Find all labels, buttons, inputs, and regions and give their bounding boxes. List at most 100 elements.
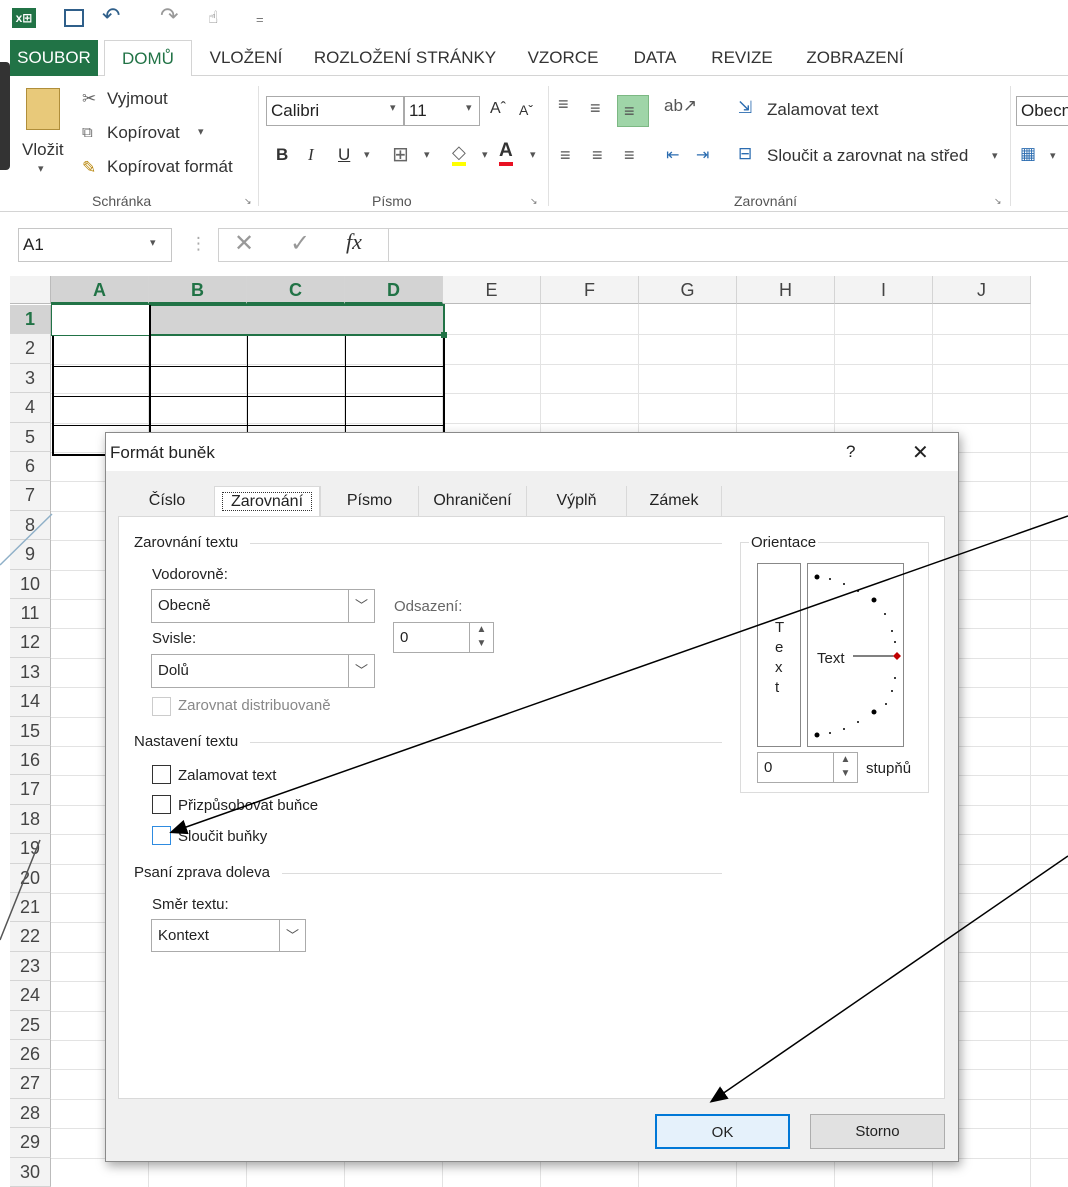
fill-color-icon[interactable]: ◇ bbox=[452, 142, 466, 166]
font-name-dropdown-icon[interactable]: ▾ bbox=[390, 101, 396, 114]
align-left-icon[interactable]: ≡ bbox=[560, 145, 571, 166]
tab-review[interactable]: REVIZE bbox=[704, 40, 780, 76]
close-icon[interactable]: ✕ bbox=[912, 440, 929, 465]
underline-button[interactable]: U bbox=[338, 145, 350, 165]
number-format-combo[interactable]: Obecn bbox=[1016, 96, 1068, 126]
row-header[interactable]: 4 bbox=[10, 393, 51, 423]
tab-file[interactable]: SOUBOR bbox=[10, 40, 98, 76]
column-header[interactable]: G bbox=[639, 276, 737, 304]
text-direction-select[interactable]: Kontext ﹀ bbox=[151, 919, 306, 952]
customize-qat-icon[interactable]: = bbox=[256, 12, 264, 27]
tab-data[interactable]: DATA bbox=[622, 40, 688, 76]
tab-alignment[interactable]: Zarovnání bbox=[214, 486, 320, 517]
font-size-dropdown-icon[interactable]: ▾ bbox=[466, 101, 472, 114]
row-header[interactable]: 1 bbox=[10, 305, 51, 335]
tab-number[interactable]: Číslo bbox=[120, 486, 214, 516]
confirm-entry-icon[interactable]: ✓ bbox=[290, 229, 310, 258]
row-header[interactable]: 21 bbox=[10, 893, 51, 923]
select-all-corner[interactable] bbox=[10, 276, 51, 304]
accounting-dropdown-icon[interactable]: ▾ bbox=[1050, 149, 1056, 162]
align-top-icon[interactable]: ≡ bbox=[558, 94, 569, 115]
tab-view[interactable]: ZOBRAZENÍ bbox=[796, 40, 914, 76]
fill-color-dropdown-icon[interactable]: ▾ bbox=[482, 148, 488, 161]
row-header[interactable]: 11 bbox=[10, 599, 51, 629]
shrink-to-fit-checkbox[interactable] bbox=[152, 795, 171, 814]
row-header[interactable]: 14 bbox=[10, 687, 51, 717]
row-header[interactable]: 24 bbox=[10, 981, 51, 1011]
alignment-launcher-icon[interactable]: ↘ bbox=[994, 196, 1002, 207]
name-box[interactable]: A1 bbox=[18, 228, 172, 262]
column-header[interactable]: A bbox=[51, 276, 149, 304]
paste-dropdown-icon[interactable]: ▾ bbox=[38, 162, 44, 175]
fill-handle[interactable] bbox=[441, 332, 447, 338]
merge-cells-checkbox[interactable] bbox=[152, 826, 171, 845]
insert-function-icon[interactable]: fx bbox=[346, 229, 362, 255]
row-header[interactable]: 16 bbox=[10, 746, 51, 776]
font-color-icon[interactable]: A bbox=[499, 140, 513, 166]
column-header[interactable]: J bbox=[933, 276, 1031, 304]
row-header[interactable]: 26 bbox=[10, 1040, 51, 1070]
align-center-icon[interactable]: ≡ bbox=[592, 145, 603, 166]
row-header[interactable]: 8 bbox=[10, 510, 51, 541]
row-header[interactable]: 9 bbox=[10, 540, 51, 570]
column-header[interactable]: B bbox=[149, 276, 247, 304]
row-header[interactable]: 18 bbox=[10, 804, 51, 835]
wrap-text-checkbox[interactable] bbox=[152, 765, 171, 784]
bold-button[interactable]: B bbox=[276, 145, 288, 165]
row-header[interactable]: 7 bbox=[10, 481, 51, 511]
row-header[interactable]: 29 bbox=[10, 1128, 51, 1158]
column-header[interactable]: D bbox=[345, 276, 443, 304]
active-cell-a1[interactable] bbox=[52, 305, 149, 335]
undo-icon[interactable]: ↶ bbox=[102, 3, 120, 29]
row-header[interactable]: 28 bbox=[10, 1098, 51, 1129]
wrap-text-button[interactable]: Zalamovat text bbox=[767, 100, 879, 120]
orientation-icon[interactable]: ab↗ bbox=[664, 96, 697, 116]
clipboard-launcher-icon[interactable]: ↘ bbox=[244, 196, 252, 207]
name-box-dropdown-icon[interactable]: ▾ bbox=[150, 236, 156, 249]
font-launcher-icon[interactable]: ↘ bbox=[530, 196, 538, 207]
horizontal-select[interactable]: Obecně ﹀ bbox=[151, 589, 375, 623]
row-header[interactable]: 23 bbox=[10, 951, 51, 982]
row-header[interactable]: 12 bbox=[10, 628, 51, 658]
row-header[interactable]: 13 bbox=[10, 657, 51, 688]
row-header[interactable]: 15 bbox=[10, 716, 51, 746]
align-right-icon[interactable]: ≡ bbox=[624, 145, 635, 166]
tab-insert[interactable]: VLOŽENÍ bbox=[198, 40, 294, 76]
copy-dropdown-icon[interactable]: ▾ bbox=[198, 125, 204, 138]
column-header[interactable]: I bbox=[835, 276, 933, 304]
row-header[interactable]: 10 bbox=[10, 569, 51, 599]
grow-font-icon[interactable]: Aˆ bbox=[490, 100, 506, 118]
merge-dropdown-icon[interactable]: ▾ bbox=[992, 149, 998, 162]
column-header[interactable]: C bbox=[247, 276, 345, 304]
column-header[interactable]: F bbox=[541, 276, 639, 304]
cut-button[interactable]: Vyjmout bbox=[107, 89, 168, 109]
degrees-spinner[interactable]: 0 ▲ ▼ bbox=[757, 752, 858, 783]
cancel-button[interactable]: Storno bbox=[810, 1114, 945, 1149]
row-header[interactable]: 20 bbox=[10, 863, 51, 893]
increase-indent-icon[interactable]: ⇥ bbox=[696, 145, 709, 165]
decrease-indent-icon[interactable]: ⇤ bbox=[666, 145, 679, 165]
align-middle-icon[interactable]: ≡ bbox=[590, 98, 601, 119]
borders-icon[interactable]: ⊞ bbox=[392, 142, 409, 167]
font-name-combo[interactable]: Calibri bbox=[266, 96, 404, 126]
format-painter-button[interactable]: Kopírovat formát bbox=[107, 157, 233, 177]
row-header[interactable]: 25 bbox=[10, 1010, 51, 1040]
shrink-font-icon[interactable]: Aˇ bbox=[519, 102, 533, 118]
tab-formulas[interactable]: VZORCE bbox=[520, 40, 606, 76]
column-header[interactable]: E bbox=[443, 276, 541, 304]
tab-page-layout[interactable]: ROZLOŽENÍ STRÁNKY bbox=[305, 40, 505, 76]
tab-home[interactable]: DOMŮ bbox=[104, 40, 192, 77]
row-header[interactable]: 5 bbox=[10, 422, 51, 452]
vertical-select[interactable]: Dolů ﹀ bbox=[151, 654, 375, 688]
save-icon[interactable] bbox=[64, 9, 84, 27]
paste-button[interactable]: Vložit bbox=[22, 140, 64, 160]
ok-button[interactable]: OK bbox=[655, 1114, 790, 1149]
touch-mode-icon[interactable]: ☝ bbox=[208, 8, 218, 28]
row-header[interactable]: 19 bbox=[10, 834, 51, 864]
column-header[interactable]: H bbox=[737, 276, 835, 304]
accounting-format-icon[interactable]: ▦ bbox=[1020, 144, 1036, 164]
row-header[interactable]: 30 bbox=[10, 1157, 51, 1187]
row-header[interactable]: 3 bbox=[10, 363, 51, 394]
borders-dropdown-icon[interactable]: ▾ bbox=[424, 148, 430, 161]
tab-font[interactable]: Písmo bbox=[320, 486, 418, 516]
